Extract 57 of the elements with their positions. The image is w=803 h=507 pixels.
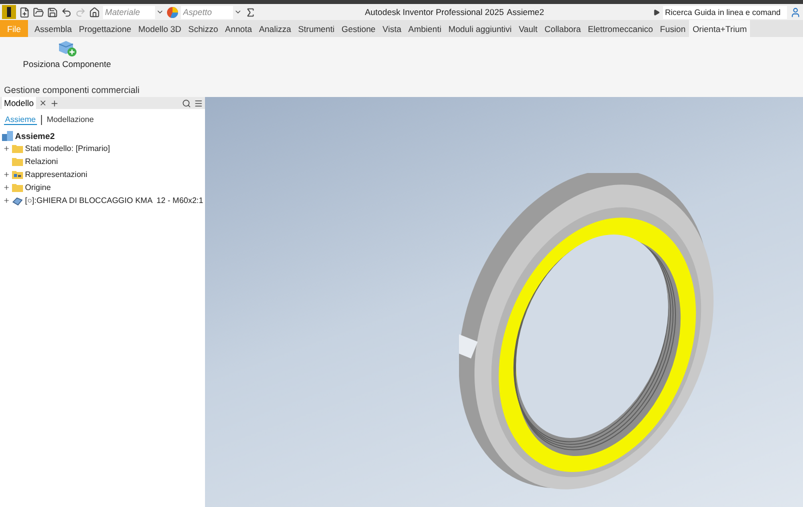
expand-icon[interactable] (2, 145, 10, 152)
document-title: Assieme2 (506, 7, 544, 17)
help-search-field[interactable]: Ricerca Guida in linea e comand (663, 6, 787, 18)
ribbon-tab[interactable]: Moduli aggiuntivi (444, 20, 516, 37)
save-icon[interactable] (47, 6, 58, 18)
ribbon-tab[interactable]: Fusion (656, 20, 690, 37)
close-icon[interactable] (38, 99, 47, 107)
ribbon-tab[interactable]: Vault (515, 20, 541, 37)
ribbon-tab[interactable]: Ambienti (404, 20, 445, 37)
assembly-icon (2, 130, 13, 140)
tree-item[interactable]: Stati modello: [Primario] (25, 144, 110, 153)
app-title: Autodesk Inventor Professional 2025 (364, 7, 504, 17)
panel-label: Gestione componenti commerciali (4, 85, 141, 95)
app-logo[interactable] (2, 5, 16, 19)
expand-icon[interactable] (2, 197, 10, 204)
tree-item[interactable]: Relazioni (25, 157, 58, 166)
dropdown-caret-icon[interactable] (156, 8, 164, 16)
expand-icon[interactable] (2, 171, 10, 178)
folder-icon (12, 183, 23, 192)
ribbon-tab[interactable]: Analizza (256, 20, 295, 37)
tree-item[interactable]: Origine (25, 183, 51, 192)
menu-icon[interactable] (194, 98, 203, 108)
home-icon[interactable] (89, 6, 100, 18)
folder-icon (12, 157, 23, 166)
tree-item[interactable]: [○]:GHIERA DI BLOCCAGGIO KMA 12 - M60x2:1 (25, 196, 204, 205)
undo-icon[interactable] (61, 6, 72, 18)
browser-tab[interactable]: Modello (2, 97, 36, 109)
search-icon[interactable] (182, 98, 191, 108)
dropdown-caret-icon[interactable] (234, 8, 242, 16)
color-wheel-icon[interactable] (167, 6, 178, 18)
ribbon-tab[interactable]: Assembla (31, 20, 76, 37)
ribbon-tab[interactable]: Collabora (540, 20, 584, 37)
tree-item[interactable]: Rappresentazioni (25, 170, 88, 179)
ribbon-tab[interactable]: Schizzo (184, 20, 222, 37)
open-folder-icon[interactable] (33, 6, 44, 18)
part-icon (12, 196, 23, 206)
folder-icon (12, 144, 23, 153)
ribbon-tab[interactable]: Orienta+Trium (689, 20, 750, 37)
user-icon[interactable] (790, 6, 801, 18)
tree-root-label[interactable]: Assieme2 (15, 130, 55, 140)
ribbon-tab[interactable]: Elettromeccanico (584, 20, 657, 37)
new-file-icon[interactable] (19, 6, 30, 18)
expand-icon[interactable] (2, 184, 10, 191)
play-icon[interactable] (653, 8, 660, 16)
place-component-button[interactable]: Posiziona Componente (22, 39, 112, 69)
material-field[interactable]: Materiale (103, 6, 155, 18)
ribbon-tab[interactable]: Annota (222, 20, 256, 37)
formula-icon[interactable] (245, 6, 256, 18)
folder-icon (12, 170, 23, 179)
ribbon-tab[interactable]: Gestione (338, 20, 380, 37)
add-tab-icon[interactable] (50, 98, 59, 108)
ribbon-tab[interactable]: Progettazione (75, 20, 135, 37)
ribbon-tab[interactable]: Modello 3D (134, 20, 185, 37)
browser-subtab[interactable]: Modellazione (46, 115, 95, 125)
ribbon-tab[interactable]: Strumenti (294, 20, 338, 37)
ribbon-tab[interactable]: Vista (379, 20, 405, 37)
browser-subtab[interactable]: Assieme (4, 115, 37, 125)
